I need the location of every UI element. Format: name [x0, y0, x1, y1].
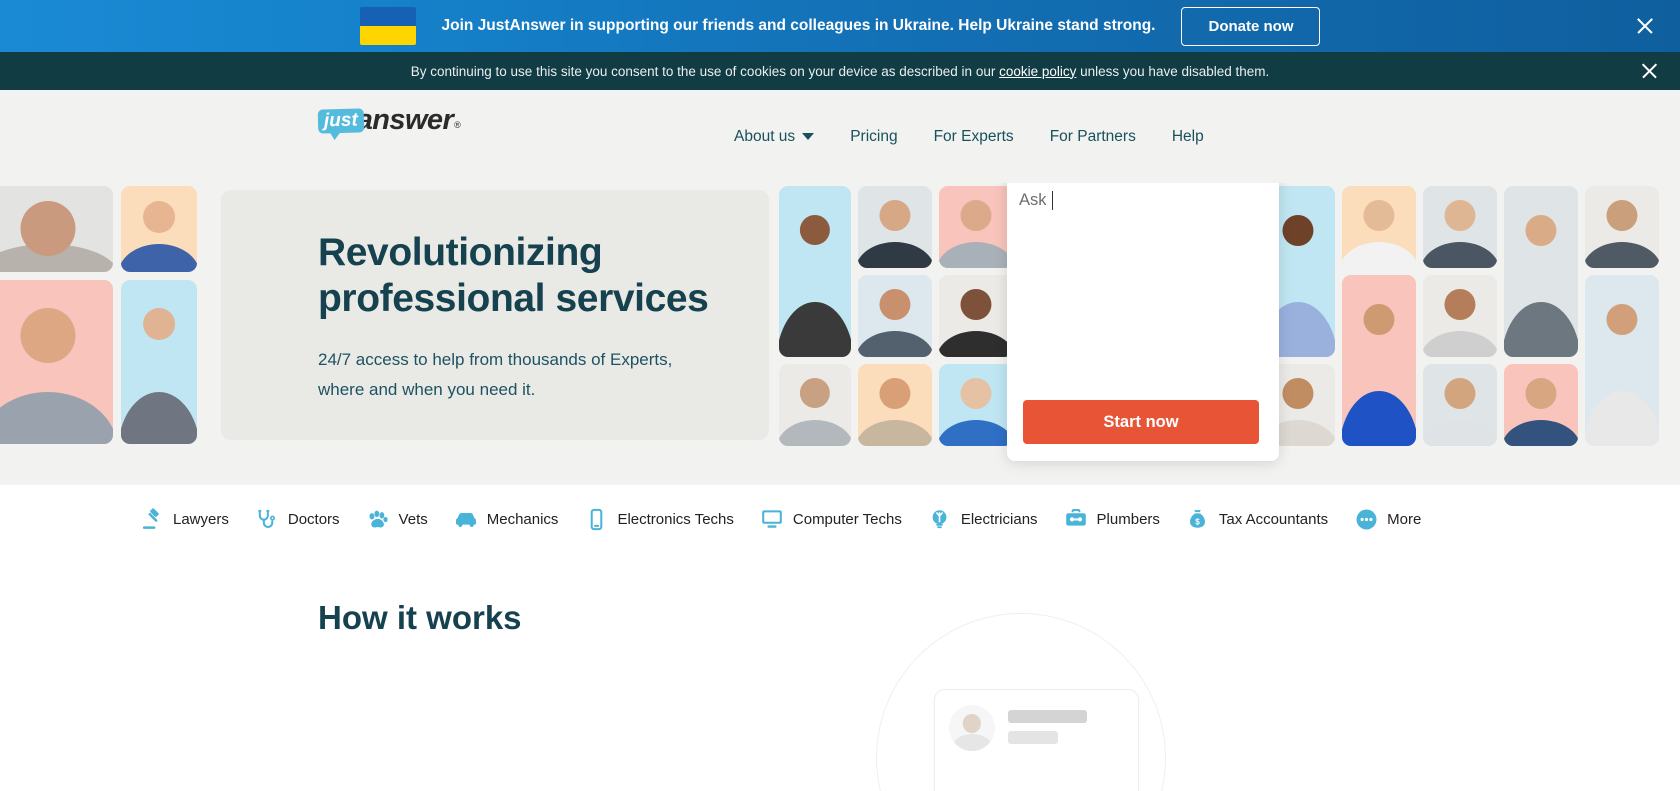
category-item-tax-accountants[interactable]: $ Tax Accountants: [1186, 507, 1328, 531]
toolbox-icon: [1064, 507, 1088, 531]
ask-question-panel: Ask Start now: [1007, 183, 1279, 461]
collage-photo: [858, 275, 932, 357]
how-it-works-illustration: [876, 613, 1176, 791]
category-item-electronics-techs[interactable]: Electronics Techs: [584, 507, 734, 531]
how-it-works-title: How it works: [318, 599, 522, 636]
category-bar: Lawyers Doctors Vets Mechanics Electroni…: [0, 485, 1680, 553]
collage-photo: [1504, 364, 1578, 446]
ask-input[interactable]: Ask: [1019, 188, 1053, 212]
cookie-policy-link[interactable]: cookie policy: [999, 64, 1076, 79]
category-item-more[interactable]: More: [1354, 507, 1421, 531]
logo-just-text: just: [317, 108, 365, 134]
nav-item-for-partners[interactable]: For Partners: [1046, 122, 1140, 152]
text-cursor: [1051, 190, 1053, 210]
lightbulb-icon: [928, 507, 952, 531]
collage-photo: [1585, 275, 1659, 446]
hero-section: Revolutionizing professional services 24…: [0, 183, 1680, 485]
category-label: Plumbers: [1096, 510, 1160, 528]
collage-photo: [858, 186, 932, 268]
hero-title: Revolutionizing professional services: [318, 231, 709, 320]
category-label: Mechanics: [486, 510, 559, 528]
car-icon: [454, 507, 478, 531]
nav-item-about-us[interactable]: About us: [730, 122, 818, 152]
placeholder-line: [1008, 731, 1058, 744]
cookie-consent-bar: By continuing to use this site you conse…: [0, 52, 1680, 90]
category-label: Doctors: [287, 510, 340, 528]
svg-text:$: $: [1196, 517, 1201, 526]
avatar: [949, 705, 995, 751]
category-label: Tax Accountants: [1218, 510, 1329, 528]
chevron-down-icon: [802, 133, 815, 140]
collage-photo: [939, 186, 1013, 268]
stethoscope-icon: [255, 507, 279, 531]
collage-photo: [1504, 186, 1578, 357]
hero-collage-left: [0, 186, 197, 446]
collage-photo: [0, 280, 113, 444]
nav-item-for-experts[interactable]: For Experts: [930, 122, 1018, 152]
collage-photo: [121, 186, 197, 272]
collage-photo: [1423, 186, 1497, 268]
category-label: More: [1387, 510, 1422, 528]
nav-label-about-us: About us: [734, 127, 796, 145]
placeholder-line: [1008, 710, 1087, 723]
category-item-vets[interactable]: Vets: [366, 507, 428, 531]
close-icon[interactable]: [1640, 61, 1660, 81]
category-label: Vets: [398, 510, 428, 528]
ukraine-support-banner: Join JustAnswer in supporting our friend…: [0, 0, 1680, 52]
collage-photo: [939, 275, 1013, 357]
expert-card-placeholder: [934, 689, 1139, 791]
ukraine-flag-icon: [359, 7, 416, 45]
nav-item-help[interactable]: Help: [1168, 122, 1208, 152]
category-item-electricians[interactable]: Electricians: [928, 507, 1038, 531]
paw-icon: [366, 507, 390, 531]
cookie-text-before: By continuing to use this site you conse…: [410, 63, 1000, 79]
gavel-icon: [140, 507, 164, 531]
ellipsis-icon: [1354, 507, 1378, 531]
category-item-mechanics[interactable]: Mechanics: [454, 507, 559, 531]
smartphone-icon: [584, 507, 608, 531]
category-item-doctors[interactable]: Doctors: [255, 507, 340, 531]
monitor-icon: [760, 507, 784, 531]
donate-now-button[interactable]: Donate now: [1181, 6, 1321, 46]
collage-photo: [1342, 275, 1416, 446]
placeholder-lines: [1008, 705, 1087, 744]
logo-answer-text: answer: [356, 104, 454, 137]
category-label: Electronics Techs: [617, 510, 734, 528]
category-label: Electricians: [960, 510, 1038, 528]
collage-photo: [939, 364, 1013, 446]
cookie-text-after: unless you have disabled them.: [1076, 63, 1270, 79]
collage-photo: [1585, 186, 1659, 268]
hero-subtitle: 24/7 access to help from thousands of Ex…: [318, 350, 673, 399]
logo-registered-mark: ®: [454, 120, 461, 130]
main-navigation: About us Pricing For Experts For Partner…: [730, 90, 1208, 183]
collage-photo: [0, 186, 113, 272]
collage-photo: [779, 364, 851, 446]
cookie-consent-text: By continuing to use this site you conse…: [411, 64, 1270, 79]
ask-input-placeholder: Ask: [1019, 190, 1047, 209]
category-label: Computer Techs: [792, 510, 902, 528]
site-header: just answer ® About us Pricing For Exper…: [0, 90, 1680, 249]
justanswer-logo[interactable]: just answer ®: [317, 104, 461, 137]
collage-photo: [858, 364, 932, 446]
collage-photo: [121, 280, 197, 444]
category-item-lawyers[interactable]: Lawyers: [140, 507, 229, 531]
category-label: Lawyers: [173, 510, 229, 528]
category-item-plumbers[interactable]: Plumbers: [1064, 507, 1160, 531]
how-it-works-section: How it works: [0, 553, 1680, 791]
collage-photo: [1342, 186, 1416, 268]
ukraine-banner-message: Join JustAnswer in supporting our friend…: [441, 17, 1156, 34]
collage-photo: [779, 186, 851, 357]
nav-item-pricing[interactable]: Pricing: [846, 122, 901, 152]
close-icon[interactable]: [1634, 15, 1656, 37]
category-item-computer-techs[interactable]: Computer Techs: [760, 507, 902, 531]
start-now-button[interactable]: Start now: [1023, 400, 1259, 444]
money-bag-icon: $: [1186, 507, 1210, 531]
collage-photo: [1423, 364, 1497, 446]
collage-photo: [1423, 275, 1497, 357]
